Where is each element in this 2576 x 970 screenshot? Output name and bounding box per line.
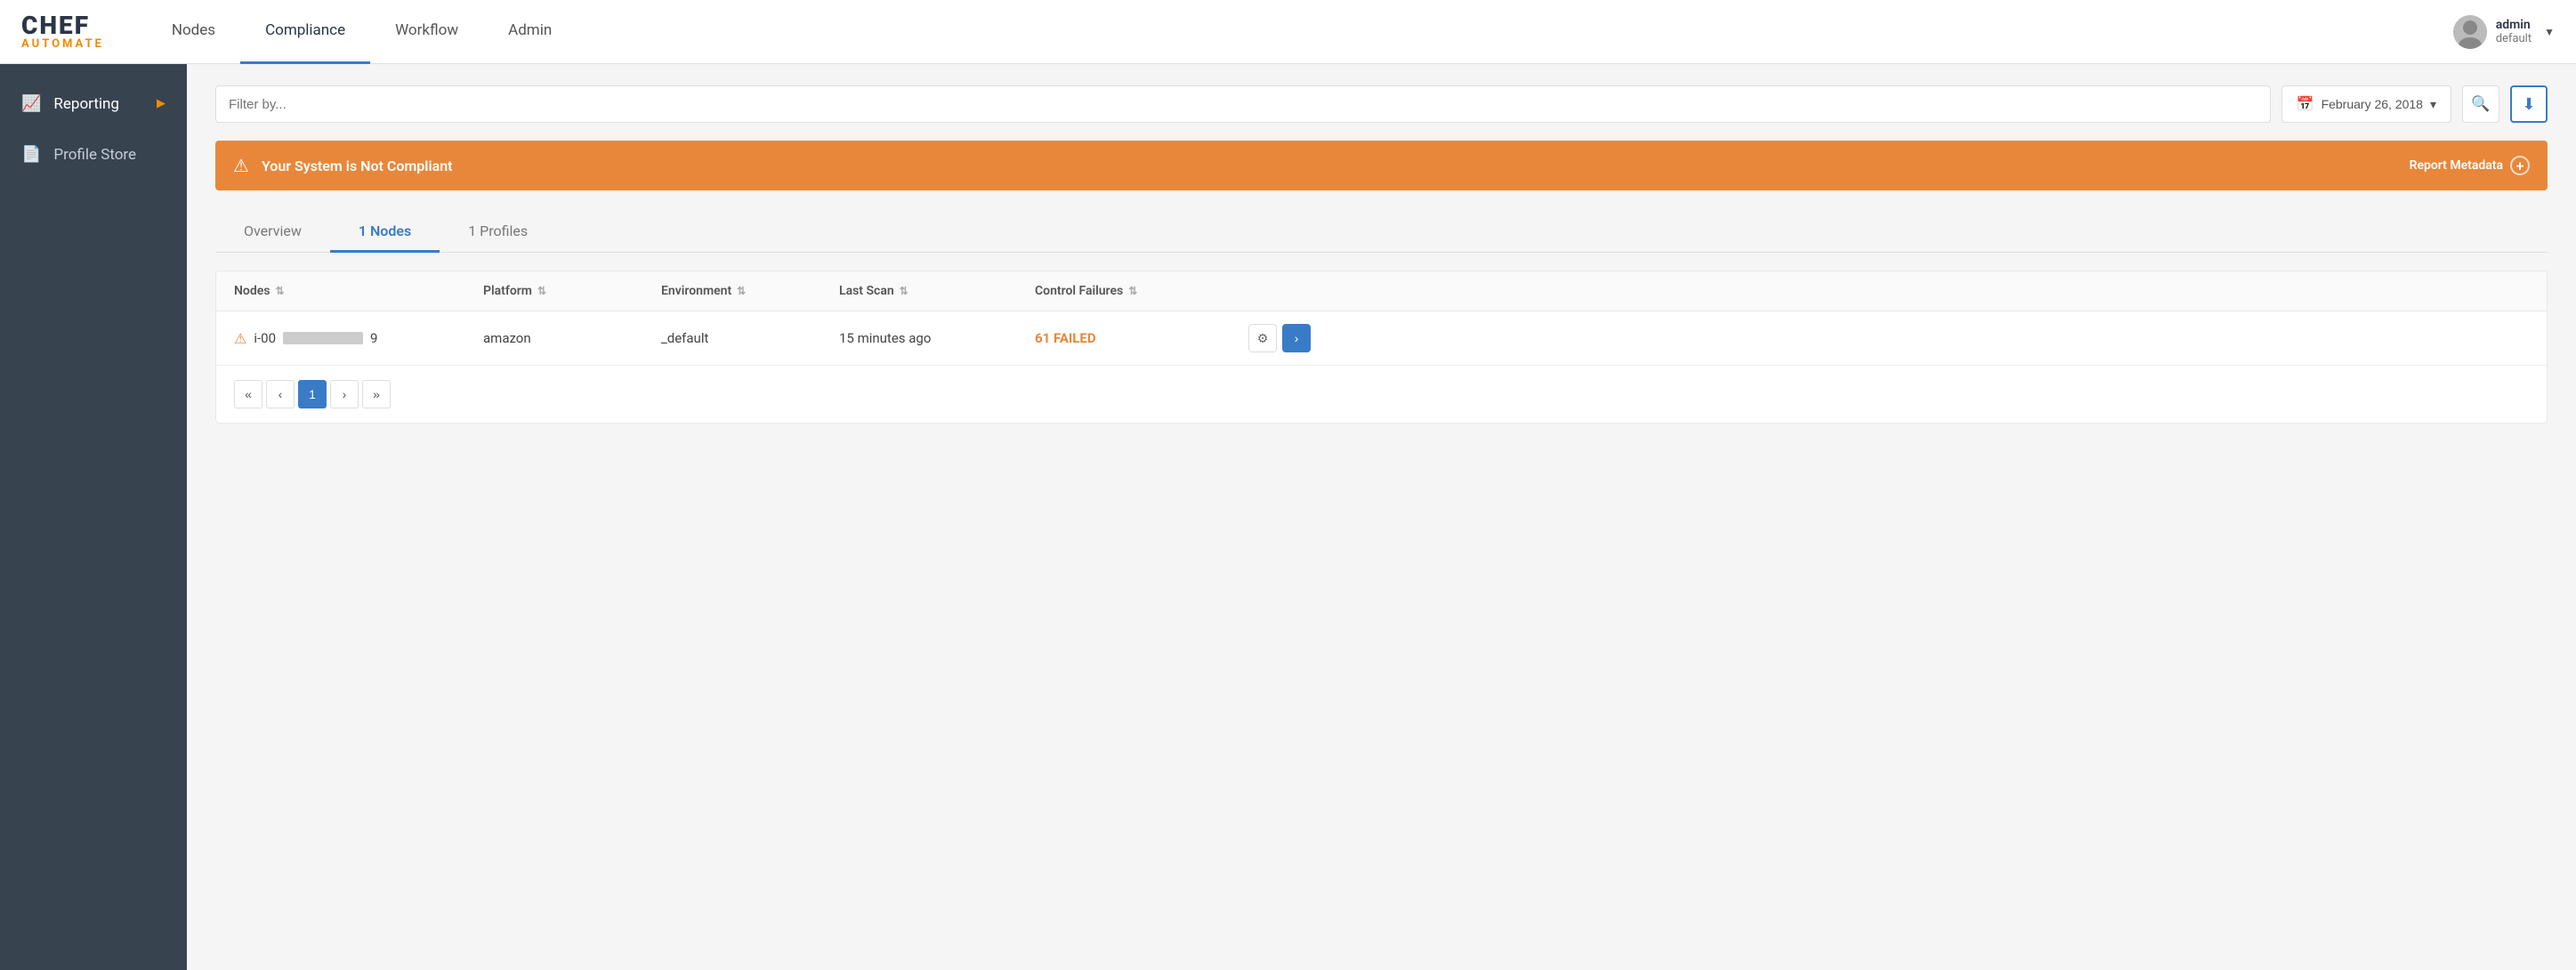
chart-icon: 📈 <box>21 94 41 113</box>
tab-profiles[interactable]: 1 Profiles <box>440 212 556 253</box>
sidebar-reporting-arrow: ▶ <box>157 97 166 110</box>
download-button[interactable]: ⬇ <box>2510 85 2548 123</box>
pagination-next[interactable]: › <box>330 380 359 408</box>
file-icon: 📄 <box>21 145 41 164</box>
col-header-platform[interactable]: Platform ⇅ <box>483 284 661 298</box>
logo: CHEF AUTOMATE <box>21 13 104 50</box>
sidebar-profile-store-label: Profile Store <box>53 146 136 164</box>
nav-admin[interactable]: Admin <box>483 0 577 64</box>
col-last-scan-sort-icon: ⇅ <box>900 285 908 297</box>
col-header-last-scan[interactable]: Last Scan ⇅ <box>839 284 1035 298</box>
col-platform-label: Platform <box>483 284 532 298</box>
app-body: 📈 Reporting ▶ 📄 Profile Store 📅 February… <box>0 64 2576 970</box>
col-header-control-failures[interactable]: Control Failures ⇅ <box>1035 284 1248 298</box>
user-org: default <box>2496 32 2532 45</box>
search-icon: 🔍 <box>2471 95 2490 113</box>
sidebar: 📈 Reporting ▶ 📄 Profile Store <box>0 64 187 970</box>
cell-last-scan: 15 minutes ago <box>839 330 1035 346</box>
sidebar-item-profile-store[interactable]: 📄 Profile Store <box>0 129 187 180</box>
col-nodes-sort-icon: ⇅ <box>275 285 284 297</box>
pagination-current[interactable]: 1 <box>298 380 327 408</box>
table-header: Nodes ⇅ Platform ⇅ Environment ⇅ Last Sc… <box>216 271 2547 311</box>
col-environment-label: Environment <box>661 284 731 298</box>
filter-bar: 📅 February 26, 2018 ▾ 🔍 ⬇ <box>215 85 2548 123</box>
col-control-failures-label: Control Failures <box>1035 284 1123 298</box>
banner-action-label: Report Metadata <box>2410 158 2503 173</box>
sidebar-item-reporting[interactable]: 📈 Reporting ▶ <box>0 78 187 129</box>
node-redacted <box>283 332 363 344</box>
date-picker-arrow: ▾ <box>2430 97 2436 112</box>
compliance-banner: ⚠ Your System is Not Compliant Report Me… <box>215 141 2548 190</box>
nav-links: Nodes Compliance Workflow Admin <box>147 0 2453 64</box>
col-header-environment[interactable]: Environment ⇅ <box>661 284 839 298</box>
node-prefix: i-00 <box>254 330 276 346</box>
row-warning-icon: ⚠ <box>234 330 246 347</box>
banner-text: Your System is Not Compliant <box>262 158 2410 174</box>
logo-automate: AUTOMATE <box>21 38 104 50</box>
col-control-failures-sort-icon: ⇅ <box>1128 285 1137 297</box>
banner-warning-icon: ⚠ <box>233 155 249 176</box>
col-environment-sort-icon: ⇅ <box>737 285 746 297</box>
user-info: admin default <box>2496 18 2532 45</box>
col-platform-sort-icon: ⇅ <box>537 285 546 297</box>
pagination-first[interactable]: « <box>234 380 262 408</box>
col-last-scan-label: Last Scan <box>839 284 894 298</box>
col-header-nodes[interactable]: Nodes ⇅ <box>234 284 483 298</box>
table-row: ⚠ i-00 9 amazon _default 15 minutes ago … <box>216 311 2547 366</box>
calendar-icon: 📅 <box>2297 95 2314 113</box>
pagination-last[interactable]: » <box>362 380 391 408</box>
main-content: 📅 February 26, 2018 ▾ 🔍 ⬇ ⚠ Your System … <box>187 64 2576 970</box>
user-name: admin <box>2496 18 2531 32</box>
chevron-right-icon: › <box>1295 331 1299 345</box>
cell-platform: amazon <box>483 330 661 346</box>
banner-plus-icon: + <box>2510 156 2530 175</box>
search-button[interactable]: 🔍 <box>2462 85 2499 123</box>
filter-input[interactable] <box>215 85 2271 123</box>
nav-workflow[interactable]: Workflow <box>370 0 483 64</box>
cell-node-name: ⚠ i-00 9 <box>234 330 483 347</box>
failure-count: 61 FAILED <box>1035 330 1096 346</box>
tab-overview[interactable]: Overview <box>215 212 330 253</box>
user-area[interactable]: admin default ▼ <box>2453 15 2555 49</box>
cell-failures: 61 FAILED <box>1035 330 1248 346</box>
row-action-settings-button[interactable]: ⚙ <box>1248 324 1277 352</box>
nav-compliance[interactable]: Compliance <box>240 0 370 64</box>
tabs: Overview 1 Nodes 1 Profiles <box>215 212 2548 253</box>
sidebar-reporting-label: Reporting <box>53 95 119 113</box>
banner-action[interactable]: Report Metadata + <box>2410 156 2530 175</box>
download-icon: ⬇ <box>2522 95 2535 114</box>
nav-nodes[interactable]: Nodes <box>147 0 240 64</box>
pagination: « ‹ 1 › » <box>216 366 2547 423</box>
pagination-prev[interactable]: ‹ <box>266 380 295 408</box>
user-dropdown-arrow: ▼ <box>2544 26 2555 38</box>
cell-environment: _default <box>661 330 839 346</box>
tab-nodes[interactable]: 1 Nodes <box>330 212 440 253</box>
date-picker-label: February 26, 2018 <box>2322 97 2423 111</box>
settings-icon: ⚙ <box>1257 331 1269 346</box>
col-header-actions <box>1248 284 1320 298</box>
row-action-navigate-button[interactable]: › <box>1282 324 1311 352</box>
row-actions: ⚙ › <box>1248 324 1320 352</box>
top-nav: CHEF AUTOMATE Nodes Compliance Workflow … <box>0 0 2576 64</box>
col-nodes-label: Nodes <box>234 284 270 298</box>
node-suffix: 9 <box>370 330 377 346</box>
data-table: Nodes ⇅ Platform ⇅ Environment ⇅ Last Sc… <box>215 271 2548 424</box>
avatar <box>2453 15 2487 49</box>
logo-chef: CHEF <box>21 13 104 38</box>
date-picker-button[interactable]: 📅 February 26, 2018 ▾ <box>2281 85 2451 123</box>
